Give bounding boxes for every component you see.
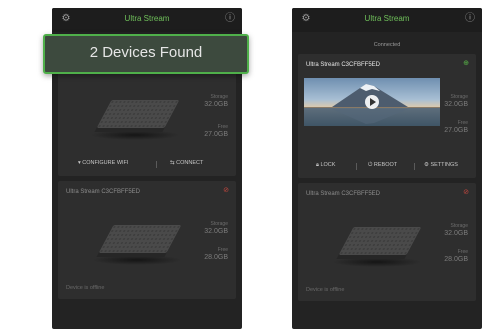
- settings-button[interactable]: ⚙ SETTINGS: [424, 162, 458, 168]
- connect-button[interactable]: ⇆ CONNECT: [170, 160, 203, 166]
- stat-label: Free: [217, 247, 228, 253]
- toast-label: Devices Found: [102, 44, 203, 61]
- gear-icon: ⚙: [424, 162, 429, 168]
- toast-text: 2 Devices Found: [45, 44, 247, 61]
- unlink-icon: ⊘: [463, 189, 469, 196]
- app-title: Ultra Stream: [364, 14, 410, 23]
- divider: [414, 163, 415, 170]
- card-actions: ▾ CONFIGURE WIFI ⇆ CONNECT: [58, 158, 236, 172]
- stat-label: Storage: [450, 223, 468, 229]
- device-card-offline[interactable]: Ultra Stream C3CFBFF5ED ⊘ Storage 32.0GB…: [58, 181, 236, 299]
- app-bar: ⚙ Ultra Stream ⓘ: [292, 8, 482, 32]
- divider: [356, 163, 357, 170]
- card-actions: 🔒︎ LOCK ⏻ REBOOT ⚙ SETTINGS: [298, 160, 476, 174]
- stat-free: Free 27.0GB: [444, 120, 468, 134]
- stat-value: 32.0GB: [204, 228, 228, 235]
- stat-value: 32.0GB: [444, 101, 468, 108]
- device-card-connected[interactable]: Ultra Stream C3CFBFF5ED ⊕ Storage 32.0GB…: [298, 54, 476, 178]
- device-status-text: Device is offline: [66, 285, 105, 291]
- lock-button[interactable]: 🔒︎ LOCK: [316, 162, 335, 169]
- info-icon[interactable]: ⓘ: [224, 13, 236, 25]
- app-title: Ultra Stream: [124, 14, 170, 23]
- power-icon: ⏻: [368, 162, 373, 168]
- stat-value: 32.0GB: [444, 230, 468, 237]
- stat-label: Free: [457, 249, 468, 255]
- device-image: [92, 225, 182, 265]
- device-name: Ultra Stream C3CFBFF5ED: [306, 191, 381, 197]
- devices-found-toast: 2 Devices Found: [43, 34, 249, 74]
- device-image: [332, 227, 422, 267]
- device-image: [90, 100, 180, 140]
- stat-label: Storage: [210, 94, 228, 100]
- stat-storage: Storage 32.0GB: [204, 221, 228, 235]
- connection-subtitle: Connected: [373, 42, 401, 48]
- stat-free: Free 28.0GB: [444, 249, 468, 263]
- device-name: Ultra Stream C3CFBFF5ED: [306, 62, 381, 68]
- stat-free: Free 27.0GB: [204, 124, 228, 138]
- device-name: Ultra Stream C3CFBFF5ED: [66, 189, 141, 195]
- divider: [156, 161, 157, 168]
- stat-value: 27.0GB: [444, 127, 468, 134]
- video-preview[interactable]: [304, 78, 440, 126]
- link-icon: ⊕: [463, 60, 469, 67]
- stat-storage: Storage 32.0GB: [204, 94, 228, 108]
- lock-label: LOCK: [320, 162, 336, 168]
- stat-value: 28.0GB: [444, 256, 468, 263]
- settings-label: SETTINGS: [430, 162, 458, 168]
- info-icon[interactable]: ⓘ: [464, 13, 476, 25]
- wifi-icon: ▾: [78, 160, 81, 166]
- configure-wifi-label: CONFIGURE WIFI: [82, 160, 129, 166]
- stat-value: 28.0GB: [204, 254, 228, 261]
- connect-label: CONNECT: [176, 160, 204, 166]
- stat-free: Free 28.0GB: [204, 247, 228, 261]
- stat-storage: Storage 32.0GB: [444, 94, 468, 108]
- stat-value: 32.0GB: [204, 101, 228, 108]
- link-icon: ⇆: [170, 160, 175, 166]
- play-icon[interactable]: [365, 95, 379, 109]
- reboot-button[interactable]: ⏻ REBOOT: [368, 162, 397, 169]
- unlink-icon: ⊘: [223, 187, 229, 194]
- stat-label: Free: [457, 120, 468, 126]
- reboot-label: REBOOT: [373, 162, 398, 168]
- stat-storage: Storage 32.0GB: [444, 223, 468, 237]
- configure-wifi-button[interactable]: ▾ CONFIGURE WIFI: [78, 160, 128, 166]
- app-bar: ⚙ Ultra Stream ⓘ: [52, 8, 242, 32]
- lock-icon: 🔒︎: [316, 162, 319, 168]
- stat-label: Storage: [210, 221, 228, 227]
- stat-label: Free: [217, 124, 228, 130]
- device-status-text: Device is offline: [306, 287, 345, 293]
- device-count: 2: [89, 44, 99, 61]
- device-card-offline[interactable]: Ultra Stream C3CFBFF5ED ⊘ Storage 32.0GB…: [298, 183, 476, 301]
- stat-value: 27.0GB: [204, 131, 228, 138]
- phone-screen-connected: ⚙ Ultra Stream ⓘ Connected Ultra Stream …: [292, 8, 482, 329]
- stat-label: Storage: [450, 94, 468, 100]
